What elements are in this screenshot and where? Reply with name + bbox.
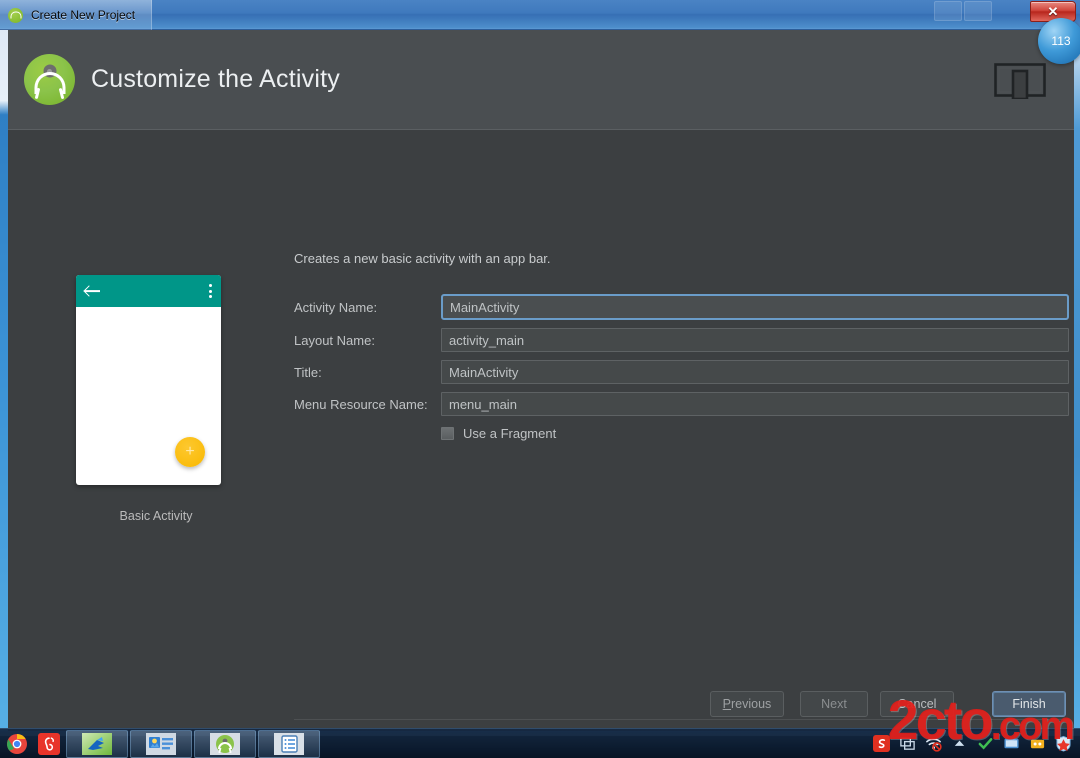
taskbar-task-android-studio[interactable] <box>194 730 256 758</box>
minimize-button[interactable] <box>934 1 962 21</box>
taskbar-task-list-editor[interactable] <box>258 730 320 758</box>
sogou-input-icon[interactable] <box>873 735 890 752</box>
android-studio-icon <box>210 733 240 755</box>
chrome-icon <box>6 733 28 755</box>
window-title: Create New Project <box>31 8 135 22</box>
wizard-footer: Previous Next Cancel Finish <box>8 683 1074 731</box>
field-row-layout-name: Layout Name: <box>294 328 1069 352</box>
system-tray <box>873 730 1080 758</box>
phone-preview-card: + <box>76 275 221 485</box>
taskbar-item-chrome[interactable] <box>2 730 32 758</box>
notification-count: 113 <box>1051 34 1070 48</box>
label-activity-name: Activity Name: <box>294 300 441 315</box>
show-desktop-icon[interactable] <box>899 735 916 752</box>
field-row-activity-name: Activity Name: <box>294 294 1069 320</box>
next-button[interactable]: Next <box>800 691 868 717</box>
use-fragment-row[interactable]: Use a Fragment <box>294 426 1069 441</box>
use-fragment-checkbox[interactable] <box>441 427 454 440</box>
cancel-button-label: Cancel <box>898 697 937 711</box>
list-editor-icon <box>274 733 304 755</box>
title-input[interactable] <box>441 360 1069 384</box>
updates-icon[interactable] <box>1029 735 1046 752</box>
cancel-button[interactable]: Cancel <box>880 691 954 717</box>
label-menu-resource-name: Menu Resource Name: <box>294 397 441 412</box>
label-layout-name: Layout Name: <box>294 333 441 348</box>
preview-appbar <box>76 275 221 307</box>
wifi-icon[interactable] <box>925 735 942 752</box>
control-panel-icon <box>146 733 176 755</box>
create-new-project-window: Create New Project ✕ <box>0 0 1080 736</box>
explorer-icon[interactable] <box>1003 735 1020 752</box>
windows-taskbar <box>0 728 1080 758</box>
use-fragment-label: Use a Fragment <box>463 426 556 441</box>
tablet-phone-preview-icon <box>994 61 1046 99</box>
desktop-background: Create New Project ✕ <box>0 0 1080 758</box>
floating-action-button-icon: + <box>175 437 205 467</box>
field-row-title: Title: <box>294 360 1069 384</box>
security-shield-icon[interactable] <box>1055 735 1072 752</box>
previous-button[interactable]: Previous <box>710 691 784 717</box>
taskbar-item-netease-music[interactable] <box>34 730 64 758</box>
form-description: Creates a new basic activity with an app… <box>294 251 1069 266</box>
wizard-header: Customize the Activity <box>8 30 1074 130</box>
finish-button-label: Finish <box>1012 697 1045 711</box>
next-button-label: Next <box>821 697 847 711</box>
hummingbird-app-icon <box>82 733 112 755</box>
page-title: Customize the Activity <box>91 65 340 94</box>
label-title: Title: <box>294 365 441 380</box>
show-hidden-icons-arrow[interactable] <box>951 735 968 752</box>
close-icon: ✕ <box>1048 4 1059 20</box>
previous-button-label: Previous <box>723 697 772 711</box>
activity-form: Creates a new basic activity with an app… <box>294 251 1069 441</box>
field-row-menu-resource-name: Menu Resource Name: <box>294 392 1069 416</box>
window-border-left <box>0 30 8 736</box>
window-title-tab: Create New Project <box>0 0 152 30</box>
taskbar-task-control-panel[interactable] <box>130 730 192 758</box>
back-arrow-icon <box>85 285 101 297</box>
window-titlebar[interactable]: Create New Project ✕ <box>0 0 1080 30</box>
window-border-right <box>1074 30 1080 736</box>
template-name-label: Basic Activity <box>76 509 236 523</box>
wizard-body: + Basic Activity Creates a new basic act… <box>8 131 1074 731</box>
netease-music-icon <box>38 733 60 755</box>
maximize-icon <box>964 1 992 21</box>
taskbar-task-hummingbird-app[interactable] <box>66 730 128 758</box>
minimize-icon <box>934 1 962 21</box>
android-studio-logo-icon <box>24 54 75 105</box>
activity-name-input[interactable] <box>441 294 1069 320</box>
kebab-menu-icon <box>209 284 212 297</box>
dialog-content: Customize the Activity <box>8 30 1074 731</box>
template-preview: + Basic Activity <box>76 275 236 523</box>
menu-resource-name-input[interactable] <box>441 392 1069 416</box>
notification-badge[interactable]: 113 <box>1038 18 1080 64</box>
finish-button[interactable]: Finish <box>992 691 1066 717</box>
antivirus-check-icon[interactable] <box>977 735 994 752</box>
maximize-button[interactable] <box>964 1 992 21</box>
layout-name-input[interactable] <box>441 328 1069 352</box>
android-studio-icon <box>8 8 23 23</box>
